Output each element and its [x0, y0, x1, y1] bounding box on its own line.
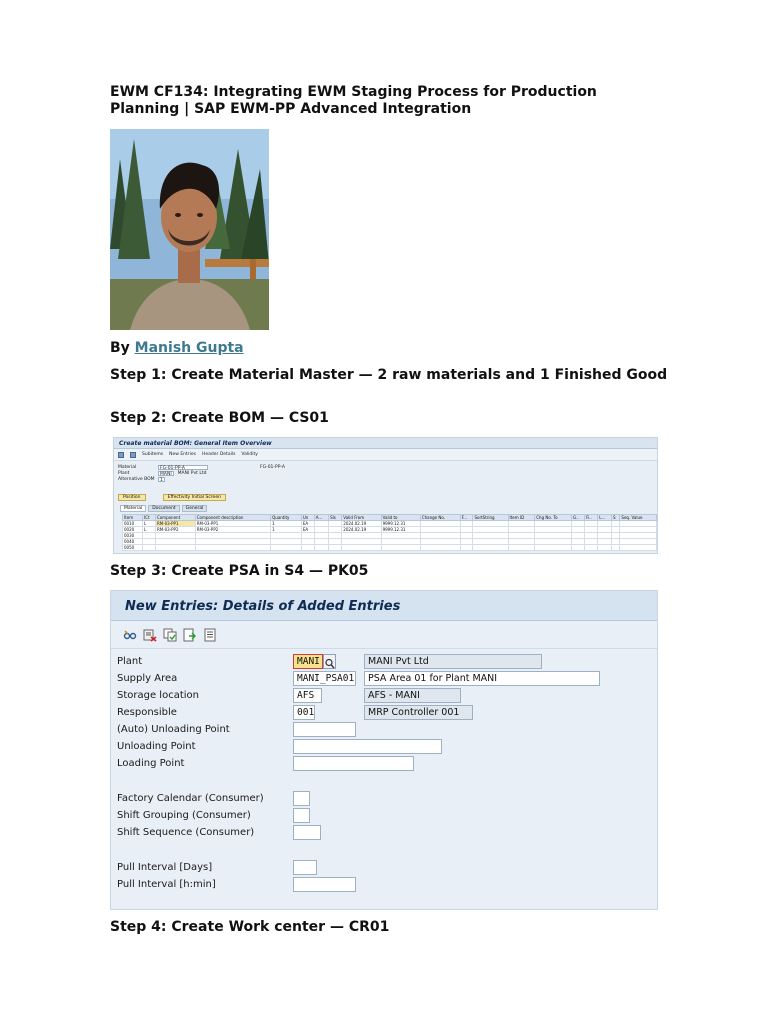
table-cell[interactable] — [584, 544, 599, 551]
responsible-input[interactable]: 001 — [293, 705, 315, 720]
glasses-icon[interactable] — [123, 628, 137, 642]
shift-sequence-label: Shift Sequence (Consumer) — [117, 827, 255, 838]
copy-icon[interactable] — [163, 628, 177, 642]
storage-location-label: Storage location — [117, 690, 199, 701]
table-cell[interactable] — [194, 544, 272, 551]
bom-tabs: Material Document General — [120, 505, 657, 512]
list-icon[interactable] — [118, 451, 124, 458]
auto-unloading-label: (Auto) Unloading Point — [117, 724, 230, 735]
pull-interval-hmin-input[interactable] — [293, 877, 356, 892]
supply-area-input[interactable]: MANI_PSA01 — [293, 671, 356, 686]
table-cell[interactable] — [597, 544, 612, 551]
bom-items-table: Item ICt Component Component description Qua… — [122, 514, 657, 551]
table-cell[interactable] — [270, 544, 302, 551]
table-cell[interactable] — [534, 544, 573, 551]
responsible-label: Responsible — [117, 707, 177, 718]
copy-icon[interactable] — [130, 451, 136, 458]
psa-screenshot: New Entries: Details of Added Entries Pl… — [110, 590, 658, 910]
pull-interval-days-label: Pull Interval [Days] — [117, 862, 213, 873]
delete-entry-icon[interactable] — [143, 628, 157, 642]
psa-window-title: New Entries: Details of Added Entries — [111, 591, 657, 621]
pull-interval-hmin-label: Pull Interval [h:min] — [117, 879, 216, 890]
shift-sequence-input[interactable] — [293, 825, 321, 840]
table-cell[interactable] — [380, 544, 421, 551]
search-help-icon[interactable] — [323, 654, 336, 669]
table-cell[interactable]: 0050 — [122, 544, 143, 551]
bom-window-title: Create material BOM: General Item Overvi… — [114, 438, 657, 449]
table-cell[interactable] — [141, 544, 156, 551]
plant-input[interactable]: MANI — [293, 654, 323, 669]
storage-location-description: AFS - MANI — [364, 688, 461, 703]
bom-effectivity-button[interactable]: Effectivity Initial Screen — [162, 494, 226, 501]
responsible-description: MRP Controller 001 — [364, 705, 473, 720]
loading-point-label: Loading Point — [117, 758, 185, 769]
bom-tool-new-entries[interactable]: New Entries — [169, 452, 196, 457]
loading-point-input[interactable] — [293, 756, 414, 771]
step-4-heading: Step 4: Create Work center — CR01 — [110, 919, 390, 935]
factory-calendar-label: Factory Calendar (Consumer) — [117, 793, 264, 804]
table-cell[interactable] — [619, 544, 657, 551]
by-label: By — [110, 340, 130, 356]
plant-description: MANI Pvt Ltd — [364, 654, 542, 669]
bom-screenshot: Create material BOM: General Item Overvi… — [113, 437, 658, 554]
table-cell[interactable] — [472, 544, 509, 551]
shift-grouping-input[interactable] — [293, 808, 310, 823]
table-cell[interactable] — [419, 544, 461, 551]
table-cell[interactable] — [341, 544, 382, 551]
bom-position-button[interactable]: Position — [118, 494, 146, 501]
table-cell[interactable] — [300, 544, 315, 551]
bom-plant-field[interactable]: MANI — [158, 470, 174, 477]
bom-plant-desc: MANI Pvt Ltd — [177, 470, 207, 476]
table-cell[interactable] — [507, 544, 536, 551]
export-icon[interactable] — [183, 628, 197, 642]
table-row[interactable]: 0050 — [122, 544, 657, 551]
details-icon[interactable] — [203, 628, 217, 642]
table-cell[interactable] — [610, 544, 621, 551]
bom-tool-validity[interactable]: Validity — [241, 452, 258, 457]
table-cell[interactable] — [459, 544, 474, 551]
bom-tool-header-details[interactable]: Header Details — [202, 452, 235, 457]
tab-material[interactable]: Material — [120, 505, 147, 512]
table-cell[interactable] — [154, 544, 196, 551]
byline: By Manish Gupta — [110, 340, 244, 356]
author-link[interactable]: Manish Gupta — [135, 340, 244, 356]
article-title: EWM CF134: Integrating EWM Staging Proce… — [110, 84, 597, 117]
unloading-point-label: Unloading Point — [117, 741, 196, 752]
plant-label: Plant — [117, 656, 143, 667]
bom-altbom-row: Alternative BOM 1 — [114, 476, 657, 483]
storage-location-input[interactable]: AFS — [293, 688, 322, 703]
psa-toolbar — [111, 621, 657, 649]
bom-material-desc: FG-01-PP-A — [260, 464, 285, 470]
step-2-heading: Step 2: Create BOM — CS01 — [110, 410, 329, 426]
bom-altbom-field[interactable]: 1 — [158, 476, 165, 483]
table-cell[interactable] — [313, 544, 330, 551]
step-1-heading: Step 1: Create Material Master — 2 raw m… — [110, 367, 668, 383]
table-cell[interactable] — [328, 544, 343, 551]
bom-plant-label: Plant — [118, 470, 130, 476]
factory-calendar-input[interactable] — [293, 791, 310, 806]
unloading-point-input[interactable] — [293, 739, 442, 754]
auto-unloading-input[interactable] — [293, 722, 356, 737]
bom-material-label: Material — [118, 464, 137, 470]
bom-material-field[interactable]: FG-01-PP-A — [158, 464, 208, 471]
tab-document[interactable]: Document — [148, 505, 180, 512]
pull-interval-days-input[interactable] — [293, 860, 317, 875]
bom-altbom-label: Alternative BOM — [118, 476, 155, 482]
tab-general[interactable]: General — [181, 505, 208, 512]
step-3-heading: Step 3: Create PSA in S4 — PK05 — [110, 563, 369, 579]
supply-area-label: Supply Area — [117, 673, 178, 684]
table-cell[interactable] — [571, 544, 586, 551]
author-photo — [110, 129, 269, 330]
supply-area-description[interactable]: PSA Area 01 for Plant MANI — [364, 671, 600, 686]
bom-toolbar: Subitems New Entries Header Details Vali… — [114, 449, 657, 461]
bom-tool-subitems[interactable]: Subitems — [142, 452, 163, 457]
shift-grouping-label: Shift Grouping (Consumer) — [117, 810, 251, 821]
